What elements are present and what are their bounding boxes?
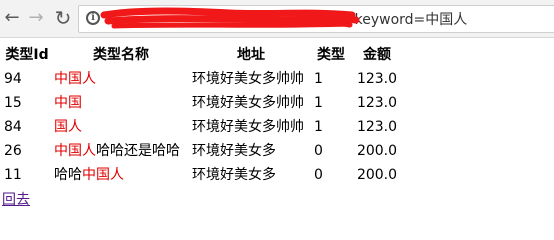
address-bar[interactable]: i om?keyword=中国人 [78, 5, 554, 33]
keyword-highlight: 中国 [54, 95, 82, 111]
cell-type-id: 94 [4, 71, 22, 87]
header-type: 类型 [317, 47, 345, 63]
cell-amount: 200.0 [356, 143, 398, 159]
results-table: 类型Id 类型名称 地址 类型 金额 94 中国人 环境好美女多帅帅 1 123.0 15… [2, 44, 404, 187]
cell-type: 1 [314, 95, 323, 111]
back-link[interactable]: 回去 [2, 189, 30, 209]
table-row: 15 中国 环境好美女多帅帅 1 123.0 [2, 91, 404, 115]
keyword-highlight: 国人 [54, 119, 82, 135]
cell-type: 0 [314, 143, 323, 159]
page-content: 类型Id 类型名称 地址 类型 金额 94 中国人 环境好美女多帅帅 1 123.0 15… [0, 44, 554, 209]
name-text: 哈哈还是哈哈 [96, 143, 180, 159]
cell-type-name: 中国人 [52, 67, 190, 91]
cell-address: 环境好美女多帅帅 [192, 95, 304, 111]
cell-type: 1 [314, 119, 323, 135]
keyword-highlight: 中国人 [54, 143, 96, 159]
header-amount: 金额 [363, 47, 391, 63]
header-type-id: 类型Id [5, 47, 49, 63]
cell-type-name: 中国人哈哈还是哈哈 [52, 139, 190, 163]
arrow-right-icon: → [28, 7, 44, 28]
cell-type-name: 中国 [52, 91, 190, 115]
forward-button[interactable]: → [26, 8, 46, 28]
cell-address: 环境好美女多 [192, 143, 276, 159]
table-header-row: 类型Id 类型名称 地址 类型 金额 [2, 44, 404, 67]
cell-type: 1 [314, 71, 323, 87]
browser-toolbar: ← → ↻ i om?keyword=中国人 [0, 0, 554, 38]
cell-type-name: 哈哈中国人 [52, 163, 190, 187]
name-text: 哈哈 [54, 167, 82, 183]
cell-type-id: 11 [4, 167, 22, 183]
info-icon[interactable]: i [86, 11, 100, 25]
keyword-highlight: 中国人 [54, 71, 96, 87]
table-row: 94 中国人 环境好美女多帅帅 1 123.0 [2, 67, 404, 91]
cell-address: 环境好美女多帅帅 [192, 119, 304, 135]
cell-amount: 123.0 [356, 95, 398, 111]
arrow-left-icon: ← [4, 7, 20, 28]
cell-address: 环境好美女多 [192, 167, 276, 183]
header-address: 地址 [237, 47, 265, 63]
table-row: 84 国人 环境好美女多帅帅 1 123.0 [2, 115, 404, 139]
reload-button[interactable]: ↻ [53, 8, 73, 28]
cell-type-name: 国人 [52, 115, 190, 139]
cell-type-id: 84 [4, 119, 22, 135]
cell-address: 环境好美女多帅帅 [192, 71, 304, 87]
cell-amount: 123.0 [356, 71, 398, 87]
keyword-highlight: 中国人 [82, 167, 124, 183]
cell-type-id: 26 [4, 143, 22, 159]
cell-type-id: 15 [4, 95, 22, 111]
reload-icon: ↻ [54, 6, 72, 30]
table-row: 11 哈哈中国人 环境好美女多 0 200.0 [2, 163, 404, 187]
url-text[interactable]: om?keyword=中国人 [107, 10, 547, 30]
back-button[interactable]: ← [2, 8, 22, 28]
cell-type: 0 [314, 167, 323, 183]
cell-amount: 123.0 [356, 119, 398, 135]
table-row: 26 中国人哈哈还是哈哈 环境好美女多 0 200.0 [2, 139, 404, 163]
header-type-name: 类型名称 [93, 47, 149, 63]
table-body: 94 中国人 环境好美女多帅帅 1 123.0 15 中国 环境好美女多帅帅 1 123.0 84 国… [2, 67, 404, 187]
url-visible-part: om?keyword=中国人 [325, 12, 468, 28]
cell-amount: 200.0 [356, 167, 398, 183]
